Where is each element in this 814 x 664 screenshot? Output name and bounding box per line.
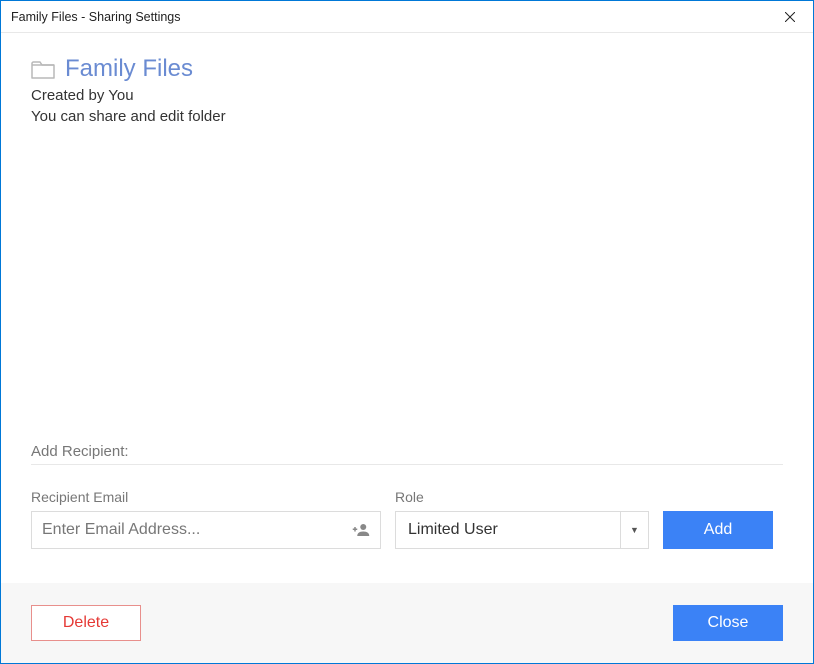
permissions-line: You can share and edit folder [31, 108, 783, 125]
role-field-wrapper: Role Limited User ▼ [395, 489, 649, 549]
folder-header: Family Files [31, 55, 783, 83]
close-icon [785, 12, 795, 22]
email-field-wrapper: Recipient Email [31, 489, 381, 549]
content-area: Family Files Created by You You can shar… [1, 33, 813, 583]
role-select[interactable]: Limited User ▼ [395, 511, 649, 549]
created-by-line: Created by You [31, 87, 783, 104]
add-recipient-title: Add Recipient: [31, 443, 783, 460]
role-selected-value: Limited User [396, 512, 620, 548]
close-button[interactable]: Close [673, 605, 783, 641]
dropdown-caret[interactable]: ▼ [620, 512, 648, 548]
email-input[interactable] [42, 521, 344, 539]
email-label: Recipient Email [31, 489, 381, 505]
add-button[interactable]: Add [663, 511, 773, 549]
caret-down-icon: ▼ [630, 525, 639, 535]
add-recipient-row: Recipient Email Role Limited User ▼ Ad [31, 489, 783, 549]
folder-icon [31, 59, 55, 79]
divider [31, 464, 783, 465]
titlebar: Family Files - Sharing Settings [1, 1, 813, 33]
delete-button[interactable]: Delete [31, 605, 141, 641]
role-label: Role [395, 489, 649, 505]
window-close-button[interactable] [767, 1, 813, 33]
footer: Delete Close [1, 583, 813, 663]
window-title: Family Files - Sharing Settings [11, 10, 181, 24]
folder-title: Family Files [65, 55, 193, 83]
email-input-container[interactable] [31, 511, 381, 549]
add-person-icon [352, 521, 370, 539]
